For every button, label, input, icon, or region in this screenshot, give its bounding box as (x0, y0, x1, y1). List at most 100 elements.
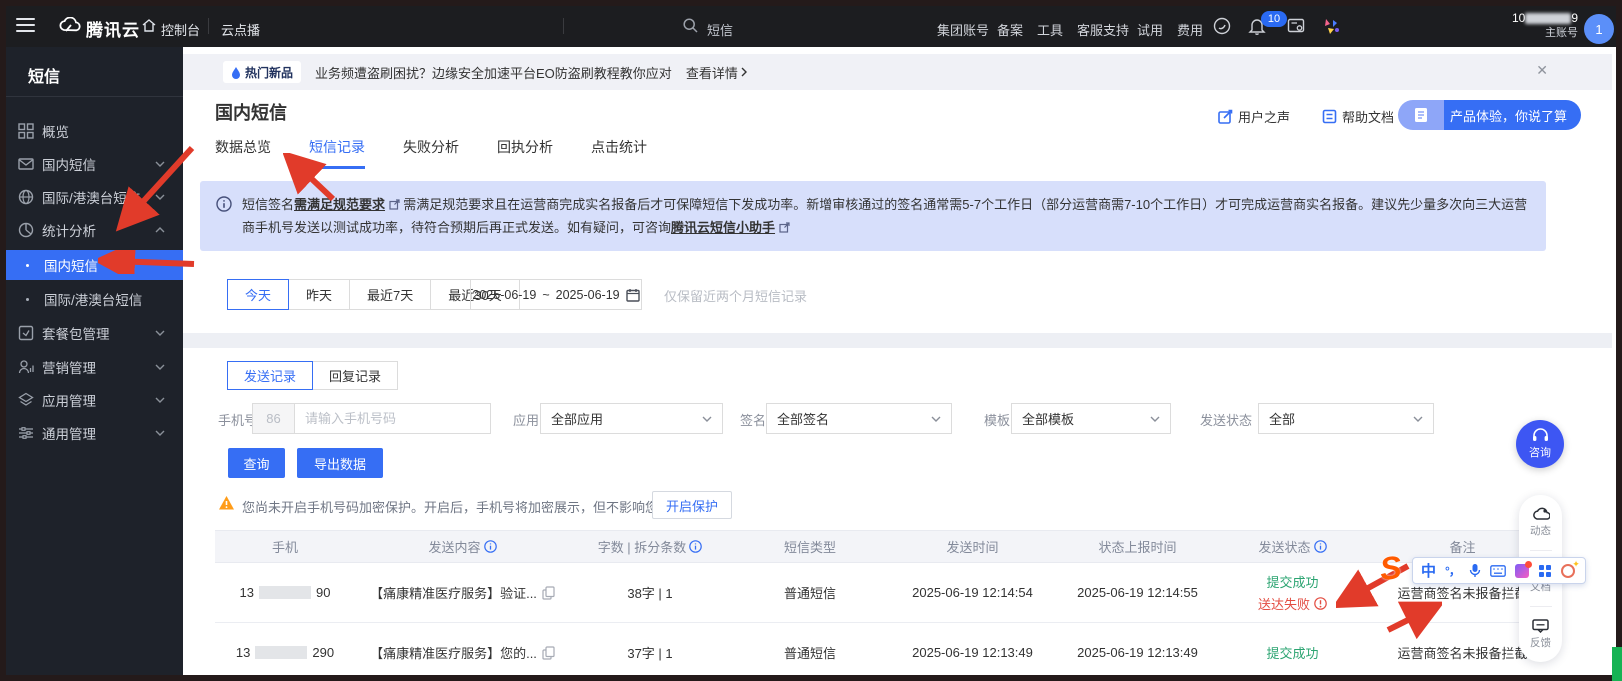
promo-sparkle-icon[interactable] (1320, 15, 1342, 37)
tencent-cloud-logo-icon (58, 17, 82, 35)
template-label: 模板 (984, 410, 1010, 429)
emoji-icon[interactable] (1561, 564, 1575, 578)
sidebar-item-overview[interactable]: 概览 (0, 117, 183, 145)
info-icon[interactable] (1314, 540, 1327, 553)
quick-yesterday-button[interactable]: 昨天 (288, 279, 350, 310)
sliders-icon (18, 425, 34, 441)
info-icon[interactable] (484, 540, 497, 553)
tab-click-stats[interactable]: 点击统计 (591, 137, 647, 169)
package-icon (18, 325, 34, 341)
divider (0, 96, 183, 97)
search-icon[interactable] (683, 18, 698, 33)
tab-receipt-analysis[interactable]: 回执分析 (497, 137, 553, 169)
error-info-icon[interactable] (1314, 597, 1327, 610)
sidebar-item-package-mgmt[interactable]: 套餐包管理 (0, 319, 183, 347)
grid-icon (18, 123, 34, 139)
sidebar-subitem-intl-sms[interactable]: 国际/港澳台短信 (0, 284, 183, 314)
keyboard-icon[interactable] (1490, 565, 1506, 577)
quick-7days-button[interactable]: 最近7天 (349, 279, 431, 310)
phone-cell: 1390 (215, 585, 355, 600)
sidebar-item-marketing-mgmt[interactable]: 营销管理 (0, 353, 183, 381)
table-header: 手机 发送内容 字数 | 拆分条数 短信类型 发送时间 状态上报时间 (215, 530, 1560, 563)
enable-protection-button[interactable]: 开启保护 (652, 491, 732, 519)
template-select[interactable]: 全部模板 (1011, 403, 1171, 434)
ime-chinese-mode[interactable]: 中 (1421, 560, 1436, 581)
tencent-cloud-console: 腾讯云 控制台 云点播 短信 集团账号 备案 工具 客服支持 试用 费用 10 (0, 0, 1622, 681)
banner-close-icon[interactable]: ✕ (1536, 62, 1548, 79)
topnav-tools[interactable]: 工具 (1037, 20, 1063, 39)
account-id: 109 (1420, 11, 1578, 26)
chevron-up-icon (155, 227, 165, 233)
menu-icon[interactable] (16, 18, 35, 32)
sidebar-item-stats-analysis[interactable]: 统计分析 (0, 216, 183, 244)
phone-input[interactable] (294, 403, 491, 434)
brand-name[interactable]: 腾讯云 (86, 16, 140, 41)
topnav-icp[interactable]: 备案 (997, 20, 1023, 39)
reply-records-tab[interactable]: 回复记录 (312, 361, 398, 390)
topnav-trial[interactable]: 试用 (1137, 20, 1163, 39)
consult-button[interactable]: 咨询 (1516, 420, 1564, 468)
copy-icon[interactable] (542, 586, 555, 600)
tab-failure-analysis[interactable]: 失败分析 (403, 137, 459, 169)
feedback-widget[interactable]: 反馈 (1530, 619, 1551, 650)
send-status-select[interactable]: 全部 (1258, 403, 1434, 434)
console-link[interactable]: 控制台 (161, 20, 200, 39)
content-cell: 【痛康精准医疗服务】您的... (355, 643, 570, 662)
quick-today-button[interactable]: 今天 (227, 279, 289, 310)
date-range-picker[interactable]: 2025-06-19 ~ 2025-06-19 (470, 279, 642, 310)
page-title: 国内短信 (215, 99, 287, 125)
ime-skin-icon[interactable] (1515, 564, 1529, 578)
status-delivery-failed: 送达失败 (1258, 594, 1327, 613)
hotline-icon[interactable] (1213, 17, 1231, 35)
divider (1530, 550, 1552, 551)
dynamics-widget[interactable]: 动态 (1530, 507, 1551, 538)
sms-assistant-link[interactable]: 腾讯云短信小助手 (671, 220, 775, 235)
drop-icon (231, 66, 241, 79)
table-row: 13290 【痛康精准医疗服务】您的... 37字 | 1 普通短信 2025-… (215, 623, 1560, 681)
console-panel-icon[interactable] (1287, 17, 1305, 35)
spec-requirement-link[interactable]: 需满足规范要求 (294, 197, 385, 212)
signature-select[interactable]: 全部签名 (766, 403, 952, 434)
record-type-toggle: 发送记录 回复记录 (228, 361, 398, 390)
sidebar-item-domestic-sms[interactable]: 国内短信 (0, 150, 183, 178)
ime-apps-grid-icon[interactable] (1538, 564, 1552, 578)
sidebar-subitem-domestic-sms[interactable]: 国内短信 (0, 250, 183, 280)
cloud-activity-icon (1532, 507, 1550, 521)
export-data-button[interactable]: 导出数据 (297, 448, 383, 478)
product-experience-button[interactable]: 产品体验，你说了算 (1398, 100, 1581, 130)
avatar[interactable]: 1 (1584, 14, 1614, 44)
sidebar-item-general-mgmt[interactable]: 通用管理 (0, 419, 183, 447)
status-submit-success: 提交成功 (1266, 572, 1318, 591)
tab-data-overview[interactable]: 数据总览 (215, 137, 271, 169)
account-info[interactable]: 109 主账号 (1420, 11, 1578, 41)
banner-detail-link[interactable]: 查看详情 (686, 63, 747, 82)
tab-sms-records[interactable]: 短信记录 (309, 137, 365, 169)
sogou-ime-logo[interactable]: S (1378, 549, 1403, 588)
sidebar-item-app-mgmt[interactable]: 应用管理 (0, 386, 183, 414)
survey-icon (1398, 100, 1444, 130)
search-input[interactable]: 短信 (707, 20, 733, 39)
send-records-tab[interactable]: 发送记录 (227, 361, 313, 390)
user-voice-link[interactable]: 用户之声 (1218, 107, 1290, 126)
app-select[interactable]: 全部应用 (540, 403, 723, 434)
chevron-down-icon (702, 416, 712, 422)
topnav-group-account[interactable]: 集团账号 (937, 20, 989, 39)
sidebar-item-intl-sms[interactable]: 国际/港澳台短信 (0, 183, 183, 211)
copy-icon[interactable] (542, 646, 555, 660)
ime-punctuation-mode[interactable]: °， (1445, 562, 1460, 579)
query-button[interactable]: 查询 (228, 448, 285, 478)
product-link[interactable]: 云点播 (221, 20, 260, 39)
info-icon[interactable] (689, 540, 702, 553)
phone-prefix: 86 (252, 403, 295, 434)
chevron-down-icon (155, 330, 165, 336)
help-docs-link[interactable]: 帮助文档 (1322, 107, 1394, 126)
account-role: 主账号 (1420, 26, 1578, 41)
type-cell: 普通短信 (730, 583, 890, 602)
external-link-icon (389, 199, 400, 210)
topnav-support[interactable]: 客服支持 (1077, 20, 1129, 39)
topnav-billing[interactable]: 费用 (1177, 20, 1203, 39)
microphone-icon[interactable] (1469, 563, 1481, 578)
col-content: 发送内容 (355, 537, 570, 556)
records-table: 手机 发送内容 字数 | 拆分条数 短信类型 发送时间 状态上报时间 (215, 530, 1560, 681)
chevron-down-icon (155, 397, 165, 403)
